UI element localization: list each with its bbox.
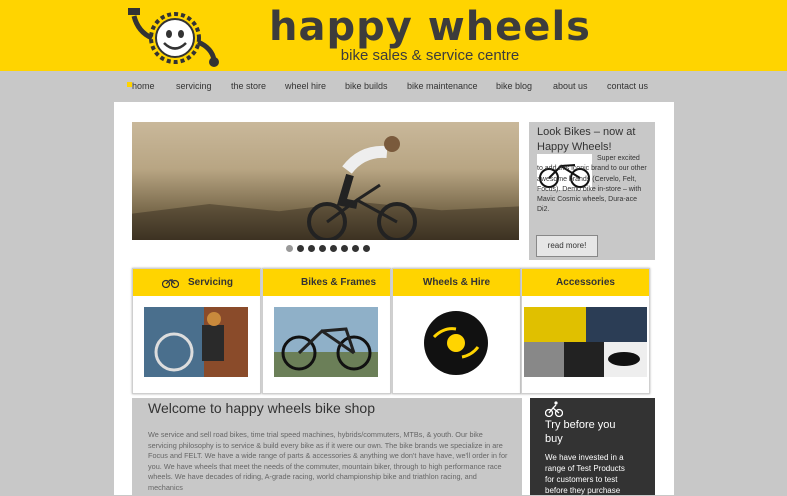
- hero-slider-image[interactable]: [132, 122, 519, 240]
- welcome-section: Welcome to happy wheels bike shop We ser…: [132, 398, 522, 495]
- card-title: Servicing: [187, 277, 234, 288]
- nav-active-indicator: [127, 82, 132, 87]
- news-title[interactable]: Look Bikes – now at Happy Wheels!: [537, 125, 649, 155]
- road-bike-photo: [274, 307, 378, 377]
- accessories-card[interactable]: Accessories: [521, 268, 650, 394]
- slider-dot[interactable]: [341, 245, 348, 252]
- nav-bike-builds[interactable]: bike builds: [345, 81, 388, 91]
- slider-dot[interactable]: [352, 245, 359, 252]
- accessories-photo: [524, 307, 647, 377]
- nav-home[interactable]: home: [132, 81, 155, 91]
- welcome-body: We service and sell road bikes, time tri…: [148, 430, 508, 492]
- bikes-frames-card[interactable]: Bikes & Frames: [262, 268, 391, 394]
- card-title: Accessories: [556, 277, 615, 288]
- news-body: Super excited to add this iconic brand t…: [537, 155, 647, 214]
- wheels-hire-card[interactable]: Wheels & Hire: [392, 268, 521, 394]
- site-tagline: bike sales & service centre: [340, 47, 520, 64]
- site-brand-name[interactable]: happy wheels: [265, 4, 595, 50]
- slider-dot[interactable]: [286, 245, 293, 252]
- nav-about-us[interactable]: about us: [553, 81, 588, 91]
- try-box-body: We have invested in a range of Test Prod…: [545, 453, 625, 495]
- nav-the-store[interactable]: the store: [231, 81, 266, 91]
- read-more-button[interactable]: read more!: [536, 235, 598, 257]
- servicing-card[interactable]: Servicing: [132, 268, 261, 394]
- site-header: happy wheels bike sales & service centre: [0, 0, 787, 71]
- nav-wheel-hire[interactable]: wheel hire: [285, 81, 326, 91]
- slider-pagination: [286, 244, 376, 254]
- slider-dot[interactable]: [319, 245, 326, 252]
- slider-dot[interactable]: [308, 245, 315, 252]
- nav-bike-maintenance[interactable]: bike maintenance: [407, 81, 478, 91]
- cyclist-icon: [545, 401, 563, 417]
- slider-dot[interactable]: [297, 245, 304, 252]
- mechanic-photo: [144, 307, 248, 377]
- nav-contact-us[interactable]: contact us: [607, 81, 648, 91]
- nav-bike-blog[interactable]: bike blog: [496, 81, 532, 91]
- slider-dot[interactable]: [363, 245, 370, 252]
- card-title: Wheels & Hire: [422, 277, 491, 288]
- try-box-title: Try before you buy: [545, 419, 616, 445]
- card-title: Bikes & Frames: [300, 277, 377, 288]
- happy-wheel-mascot-logo[interactable]: [126, 4, 224, 68]
- welcome-title: Welcome to happy wheels bike shop: [148, 400, 375, 416]
- cyclist-photo: [307, 136, 417, 240]
- disc-wheel-photo: [404, 307, 508, 377]
- main-nav: home servicing the store wheel hire bike…: [0, 71, 787, 102]
- nav-servicing[interactable]: servicing: [176, 81, 212, 91]
- slider-dot[interactable]: [330, 245, 337, 252]
